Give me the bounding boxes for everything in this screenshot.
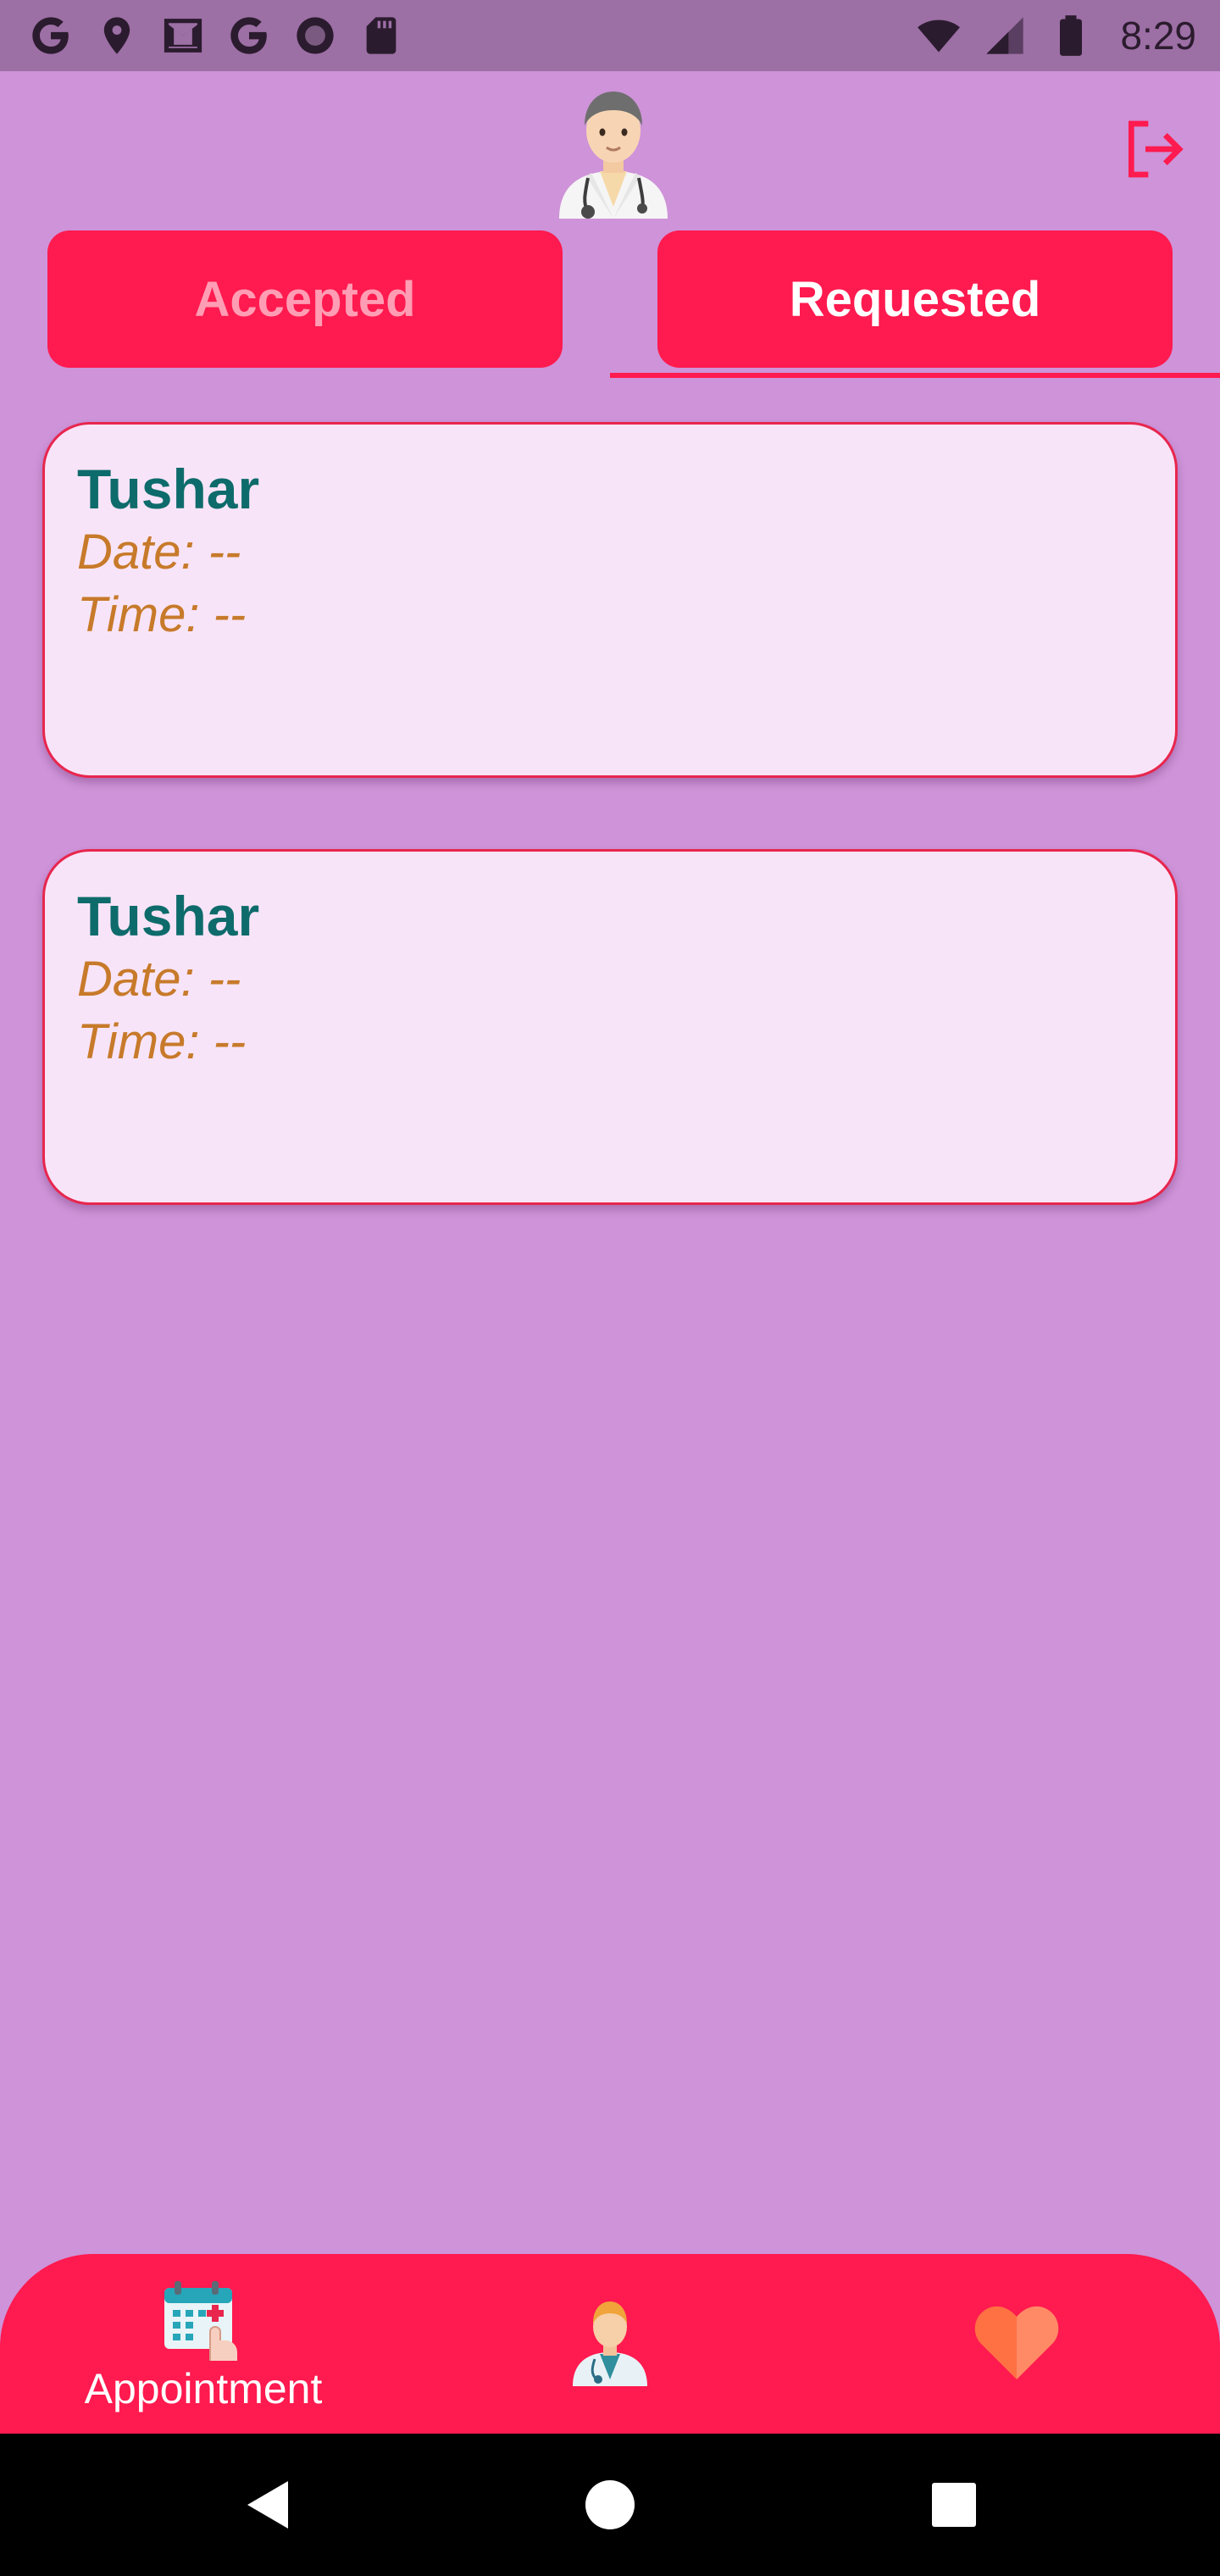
status-time: 8:29 <box>1120 14 1196 58</box>
doctor-icon <box>573 2301 647 2386</box>
back-icon <box>247 2481 288 2529</box>
record-icon <box>293 14 337 58</box>
appointment-card[interactable]: Tushar Date: -- Time: -- <box>42 422 1178 778</box>
status-bar-notifications <box>29 14 403 58</box>
heart-icon <box>974 2306 1059 2379</box>
gmail-icon <box>161 14 205 58</box>
appointment-time: Time: -- <box>77 587 247 642</box>
status-bar-system: 8:29 <box>917 13 1196 58</box>
doctor-avatar-icon <box>541 73 686 219</box>
nav-appointment-label: Appointment <box>84 2365 323 2412</box>
calendar-appointment-icon <box>164 2281 237 2361</box>
logout-button[interactable] <box>1120 115 1188 183</box>
patient-name: Tushar <box>77 458 260 520</box>
status-bar: 8:29 <box>0 0 1220 71</box>
system-navigation-bar <box>0 2434 1220 2576</box>
nav-favorites[interactable] <box>973 2301 1061 2383</box>
wifi-icon <box>917 14 961 58</box>
selected-tab-indicator <box>610 373 1220 378</box>
location-pin-icon <box>95 14 139 58</box>
appointment-time: Time: -- <box>77 1014 247 1069</box>
logout-icon <box>1128 120 1184 178</box>
tab-requested[interactable]: Requested <box>657 230 1173 368</box>
tab-accepted[interactable]: Accepted <box>47 230 563 368</box>
appointment-date: Date: -- <box>77 525 241 580</box>
home-icon <box>585 2480 635 2529</box>
back-button[interactable] <box>241 2474 302 2535</box>
bottom-navigation: Appointment <box>0 2254 1220 2434</box>
appointment-card[interactable]: Tushar Date: -- Time: -- <box>42 849 1178 1205</box>
sd-card-icon <box>359 14 403 58</box>
nav-appointment[interactable]: Appointment <box>68 2279 339 2413</box>
google-icon <box>227 14 271 58</box>
battery-icon <box>1049 14 1093 58</box>
patient-name: Tushar <box>77 885 260 947</box>
recents-button[interactable] <box>923 2474 984 2535</box>
recents-icon <box>932 2483 976 2527</box>
google-icon <box>29 14 73 58</box>
appointment-date: Date: -- <box>77 952 241 1007</box>
nav-doctor[interactable] <box>566 2298 654 2386</box>
cellular-signal-icon <box>983 14 1027 58</box>
home-button[interactable] <box>580 2474 640 2535</box>
